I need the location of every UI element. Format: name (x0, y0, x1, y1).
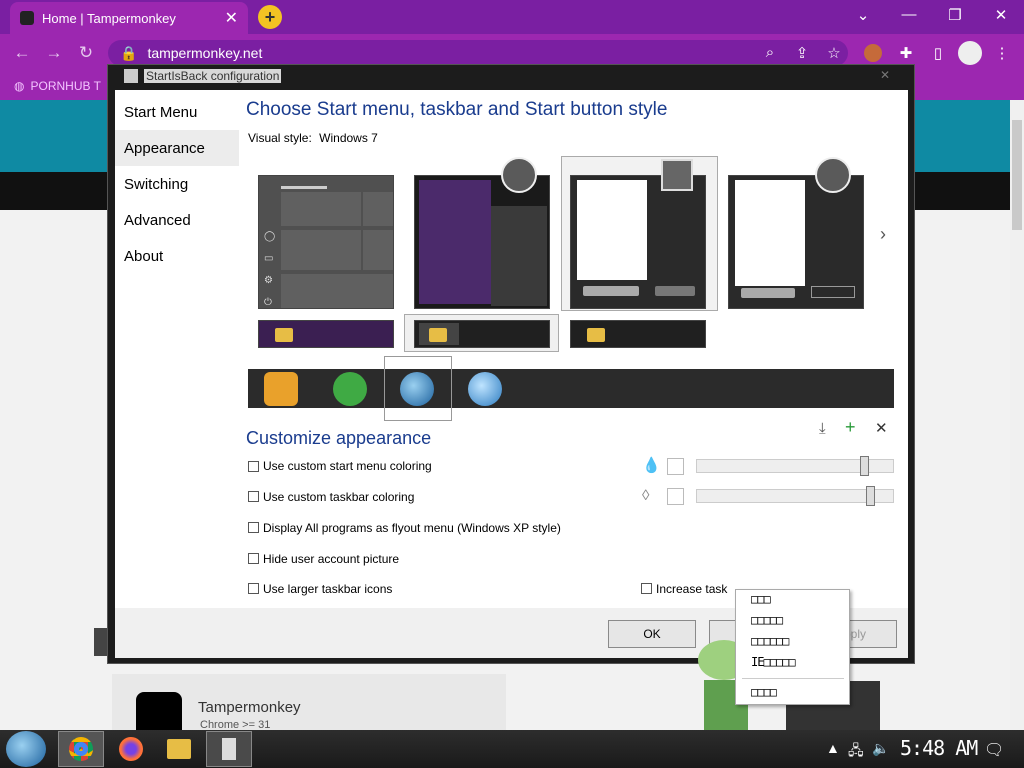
profile-avatar[interactable] (958, 41, 982, 65)
startisback-icon (222, 738, 236, 760)
globe-icon: ◍ (14, 79, 25, 93)
address-bar[interactable]: 🔒 tampermonkey.net (108, 40, 848, 66)
restore-icon[interactable]: ❐ (940, 6, 970, 24)
custom-start-coloring-label[interactable]: Use custom start menu coloring (263, 459, 432, 473)
bookmark-star-icon[interactable]: ☆ (824, 44, 844, 62)
increase-task-label[interactable]: Increase task (656, 582, 727, 596)
transparency-drop-icon: ◊ (642, 487, 650, 504)
nav-appearance[interactable]: Appearance (115, 130, 239, 166)
tab-search-icon[interactable]: ⌄ (848, 6, 878, 24)
visual-style-row: Visual style: Windows 7 (248, 131, 378, 145)
clock[interactable]: 5:48 AM (900, 736, 978, 760)
download-icon[interactable]: ⤓ (819, 420, 826, 437)
tab-title: Home | Tampermonkey (42, 10, 176, 26)
larger-icons-label[interactable]: Use larger taskbar icons (263, 582, 392, 596)
hide-picture-label[interactable]: Hide user account picture (263, 552, 399, 566)
add-icon[interactable]: + (845, 417, 856, 438)
chrome-icon (69, 737, 93, 761)
style-thumb-custom-image[interactable] (414, 175, 550, 309)
dialog-title: StartIsBack configuration (144, 69, 282, 83)
custom-taskbar-coloring-checkbox[interactable] (248, 491, 259, 502)
menu-icon[interactable]: ⋮ (992, 44, 1012, 62)
scrollbar-thumb[interactable] (1012, 120, 1022, 230)
taskbar-opacity-slider[interactable] (696, 489, 894, 503)
bookmark-item[interactable]: PORNHUB T (30, 79, 100, 93)
ok-button[interactable]: OK (608, 620, 696, 648)
browser-tab[interactable]: Home | Tampermonkey ✕ (10, 2, 248, 34)
share-icon[interactable]: ⇪ (792, 44, 812, 62)
page-title: Choose Start menu, taskbar and Start but… (246, 99, 668, 120)
context-menu-separator (742, 678, 844, 679)
app-icon (124, 69, 138, 83)
tampermonkey-favicon-icon (20, 11, 34, 25)
context-menu-item[interactable]: □□□ (751, 592, 771, 606)
taskbar-chrome-button[interactable] (58, 731, 104, 767)
extension-avatar-icon[interactable] (864, 44, 882, 62)
increase-task-checkbox[interactable] (641, 583, 652, 594)
action-center-icon[interactable]: 🗨 (984, 740, 1004, 760)
new-tab-button[interactable]: + (258, 5, 282, 29)
close-window-icon[interactable]: ✕ (986, 6, 1016, 24)
nav-start-menu[interactable]: Start Menu (115, 94, 239, 130)
lock-icon: 🔒 (120, 44, 138, 61)
nav-switching[interactable]: Switching (115, 166, 239, 202)
taskbar-firefox-button[interactable] (108, 731, 154, 767)
visual-style-value[interactable]: Windows 7 (319, 131, 378, 145)
close-tab-icon[interactable]: ✕ (225, 8, 238, 28)
start-button[interactable] (6, 731, 46, 767)
network-icon[interactable]: 🖧 (848, 740, 864, 764)
user-avatar-icon (501, 157, 537, 193)
firefox-icon (119, 737, 143, 761)
delete-icon[interactable]: ✕ (875, 419, 888, 437)
sidebar-icons: ◯ ▭ ⚙ ⏻ (264, 231, 276, 308)
context-menu-item[interactable]: □□□□□ (751, 613, 783, 627)
minimize-icon[interactable]: — (894, 6, 924, 23)
flyout-checkbox[interactable] (248, 522, 259, 533)
start-button-style-1[interactable] (264, 372, 298, 406)
style-thumb-windows10[interactable]: ◯ ▭ ⚙ ⏻ (258, 175, 394, 309)
larger-icons-checkbox[interactable] (248, 583, 259, 594)
taskbar-color-swatch[interactable] (667, 488, 684, 505)
hide-picture-checkbox[interactable] (248, 553, 259, 564)
user-avatar-icon (815, 157, 851, 193)
reload-icon[interactable]: ↻ (76, 43, 96, 63)
extensions-puzzle-icon[interactable]: ✚ (896, 44, 916, 62)
taskbar-style-2[interactable] (414, 320, 550, 348)
context-menu-item[interactable]: □□□□ (751, 685, 777, 699)
card-title: Tampermonkey (198, 699, 301, 716)
folder-icon (167, 739, 191, 759)
search-icon[interactable]: ⌕ (760, 44, 780, 61)
show-hidden-icons-icon[interactable]: ▲ (826, 740, 840, 756)
start-button-style-2[interactable] (333, 372, 367, 406)
visual-style-label: Visual style: (248, 131, 312, 145)
context-menu-item[interactable]: □□□□□□ (751, 634, 789, 648)
sidebar-icon[interactable]: ▯ (928, 44, 948, 62)
taskbar-startisback-button[interactable] (206, 731, 252, 767)
opacity-drop-icon: 💧 (642, 457, 661, 474)
nav-about[interactable]: About (115, 238, 239, 274)
volume-icon[interactable]: 🔈 (872, 740, 889, 757)
style-thumb-windows7[interactable] (570, 175, 706, 309)
taskbar-style-1[interactable] (258, 320, 394, 348)
nav-advanced[interactable]: Advanced (115, 202, 239, 238)
start-button-style-4[interactable] (468, 372, 502, 406)
chevron-right-icon[interactable]: › (880, 224, 886, 245)
context-menu-item[interactable]: IE□□□□□ (751, 655, 796, 669)
style-thumb-vista[interactable] (728, 175, 864, 309)
dialog-close-icon[interactable]: ✕ (880, 68, 890, 82)
start-button-style-3[interactable] (400, 372, 434, 406)
back-icon[interactable]: ← (12, 43, 32, 63)
taskbar-style-3[interactable] (570, 320, 706, 348)
taskbar-explorer-button[interactable] (156, 731, 202, 767)
user-picture-icon (661, 159, 693, 191)
url-text: tampermonkey.net (147, 45, 263, 61)
custom-start-coloring-checkbox[interactable] (248, 461, 259, 472)
flyout-label[interactable]: Display All programs as flyout menu (Win… (263, 521, 561, 535)
start-opacity-slider-thumb[interactable] (860, 456, 870, 476)
custom-taskbar-coloring-label[interactable]: Use custom taskbar coloring (263, 490, 414, 504)
taskbar-opacity-slider-thumb[interactable] (866, 486, 876, 506)
customize-heading: Customize appearance (246, 428, 432, 448)
forward-icon[interactable]: → (44, 43, 64, 63)
start-color-swatch[interactable] (667, 458, 684, 475)
